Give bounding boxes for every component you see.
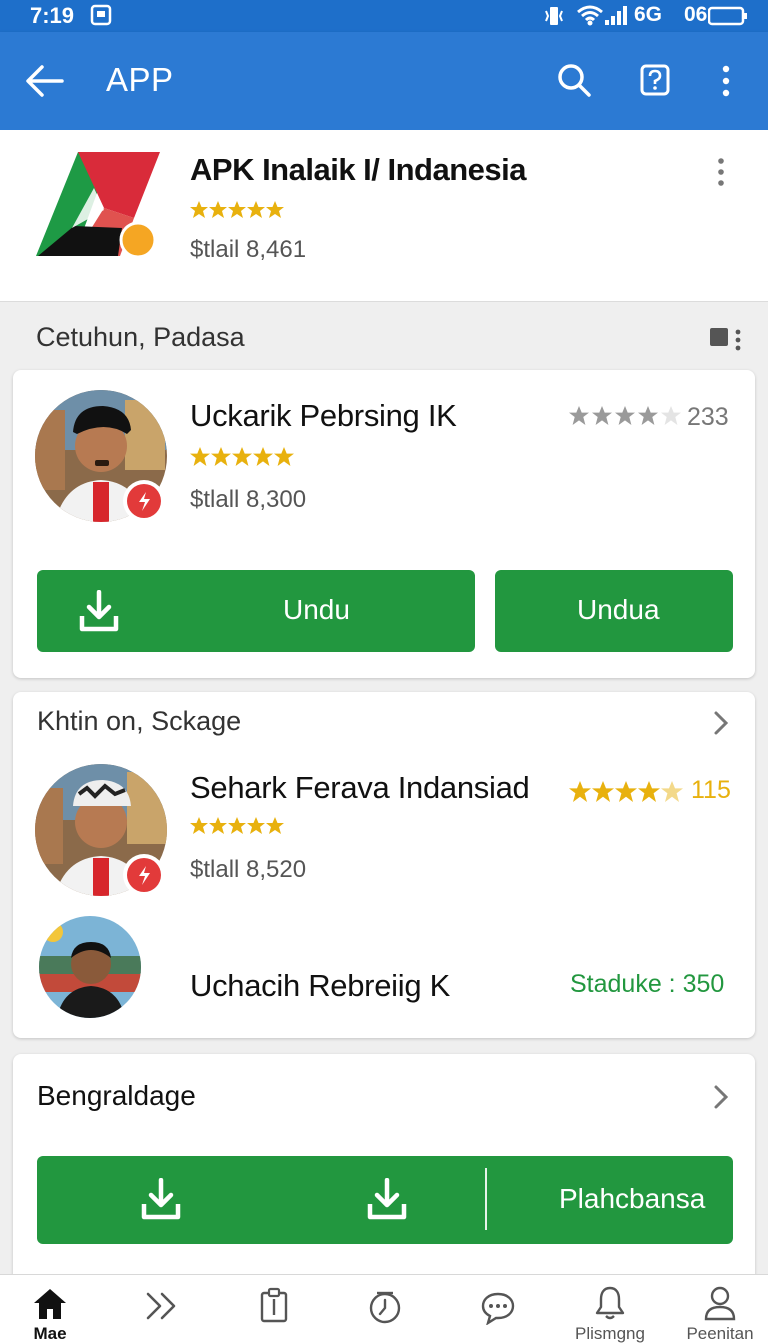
avatar bbox=[39, 916, 141, 1018]
app-header: APK Inalaik I/ Indanesia $tlail 8,461 bbox=[0, 130, 768, 302]
notification-icon bbox=[90, 4, 112, 26]
nav-chat[interactable] bbox=[458, 1275, 538, 1344]
status-bar: 7:19 6G 06 bbox=[0, 0, 768, 32]
list-item-price: $tlall 8,520 bbox=[190, 856, 307, 883]
more-vert-icon[interactable] bbox=[720, 65, 732, 97]
nav-notifications-label: Plismgng bbox=[575, 1324, 645, 1343]
chevron-right-icon[interactable] bbox=[713, 1084, 729, 1110]
profile-icon bbox=[703, 1285, 737, 1321]
nav-home-label: Mae bbox=[33, 1324, 67, 1343]
nav-clipboard[interactable] bbox=[234, 1275, 314, 1344]
list-card-header[interactable]: Khtin on, Sckage bbox=[37, 706, 241, 737]
bundle-card-header[interactable]: Bengraldage bbox=[37, 1080, 196, 1112]
home-icon bbox=[32, 1287, 68, 1321]
bottom-navigation: Mae Plismgng Peenitan bbox=[0, 1274, 768, 1344]
download-button[interactable]: Undu bbox=[37, 570, 475, 652]
nav-home[interactable]: Mae bbox=[10, 1275, 90, 1344]
clock-icon bbox=[368, 1291, 402, 1325]
app-logo bbox=[34, 148, 162, 260]
nav-notifications[interactable]: Plismgng bbox=[570, 1275, 650, 1344]
back-arrow-icon[interactable] bbox=[24, 63, 64, 99]
nav-forward[interactable] bbox=[122, 1275, 202, 1344]
rating-count: 233 bbox=[687, 403, 729, 431]
item-title[interactable]: Uckarik Pebrsing IK bbox=[190, 398, 457, 434]
bundle-download-bar[interactable]: Plahcbansa bbox=[37, 1156, 733, 1244]
cell-signal-icon bbox=[604, 4, 630, 26]
verified-badge-icon bbox=[121, 478, 167, 524]
status-time: 7:19 bbox=[30, 3, 75, 28]
app-rating-stars bbox=[190, 200, 286, 220]
app-bar: APP bbox=[0, 32, 768, 130]
page-title: APP bbox=[106, 61, 174, 98]
vibrate-icon bbox=[544, 4, 564, 28]
install-button-label: Undua bbox=[577, 594, 660, 625]
download-icon[interactable] bbox=[141, 1178, 181, 1220]
bell-icon bbox=[594, 1285, 626, 1321]
rating-count: 115 bbox=[691, 776, 731, 804]
list-item-title[interactable]: Sehark Ferava Indansiad bbox=[190, 770, 530, 806]
battery-percent: 06 bbox=[684, 3, 708, 26]
help-icon[interactable] bbox=[640, 64, 670, 96]
bundle-card: Bengraldage Plahcbansa bbox=[13, 1054, 755, 1284]
rating-summary-stars bbox=[569, 780, 683, 804]
section-title: Cetuhun, Padasa bbox=[36, 322, 245, 352]
nav-profile-label: Peenitan bbox=[686, 1324, 754, 1343]
app-name: APK Inalaik I/ Indanesia bbox=[190, 152, 527, 187]
app-card-featured[interactable]: Uckarik Pebrsing IK $tlall 8,300 233 Und… bbox=[13, 370, 755, 678]
item-status: Staduke : 350 bbox=[570, 970, 725, 998]
app-list-card: Khtin on, Sckage Sehark Ferava Indansiad bbox=[13, 692, 755, 1038]
bundle-button-label: Plahcbansa bbox=[559, 1183, 706, 1214]
forward-icon bbox=[145, 1291, 179, 1321]
wifi-icon bbox=[576, 4, 604, 26]
battery-icon bbox=[708, 6, 748, 26]
item-rating-stars bbox=[190, 446, 296, 468]
verified-badge-icon bbox=[121, 852, 167, 898]
app-more-icon[interactable] bbox=[716, 158, 726, 186]
network-type: 6G bbox=[634, 3, 663, 26]
chevron-right-icon[interactable] bbox=[713, 710, 729, 736]
section-menu-icon[interactable] bbox=[710, 326, 744, 354]
button-divider bbox=[485, 1168, 487, 1230]
rating-summary-stars bbox=[569, 405, 681, 427]
search-icon[interactable] bbox=[557, 63, 591, 97]
list-item-title[interactable]: Uchacih Rebreiig K bbox=[190, 968, 450, 1004]
download-icon bbox=[79, 590, 119, 632]
clipboard-icon bbox=[259, 1287, 289, 1323]
download-icon[interactable] bbox=[367, 1178, 407, 1220]
download-button-label: Undu bbox=[283, 594, 350, 625]
app-price: $tlail 8,461 bbox=[190, 236, 307, 263]
item-price: $tlall 8,300 bbox=[190, 486, 307, 513]
install-button[interactable]: Undua bbox=[495, 570, 733, 652]
chat-icon bbox=[480, 1291, 516, 1325]
nav-profile[interactable]: Peenitan bbox=[678, 1275, 762, 1344]
list-item-stars bbox=[190, 816, 286, 836]
nav-history[interactable] bbox=[345, 1275, 425, 1344]
